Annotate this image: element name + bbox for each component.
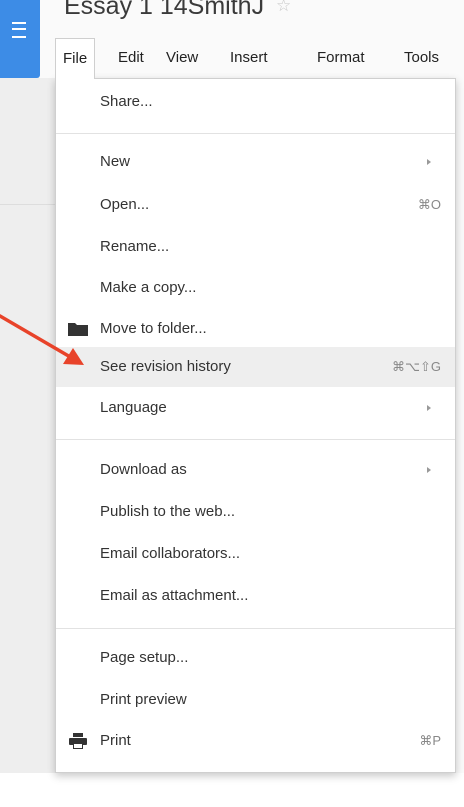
- bottom-area: [0, 773, 464, 807]
- menu-item-label: Publish to the web...: [100, 503, 236, 520]
- menu-item-label: Download as: [100, 461, 187, 478]
- menu-tools[interactable]: Tools: [404, 38, 439, 78]
- menu-format[interactable]: Format: [317, 38, 365, 78]
- menu-item-label: Page setup...: [100, 649, 189, 666]
- menu-item-label: Share...: [100, 93, 153, 110]
- menu-item-open[interactable]: Open... ⌘O: [56, 186, 455, 224]
- menu-item-see-revision-history[interactable]: See revision history ⌘⌥⇧G: [56, 347, 455, 387]
- menu-item-label: Email collaborators...: [100, 545, 241, 562]
- menu-item-page-setup[interactable]: Page setup...: [56, 639, 455, 677]
- docs-logo-icon: [12, 22, 26, 38]
- menu-item-label: Make a copy...: [100, 279, 197, 296]
- left-margin-panel: [0, 78, 55, 807]
- menu-item-label: Print: [100, 732, 131, 749]
- menu-separator: [56, 133, 455, 134]
- menu-view[interactable]: View: [166, 38, 198, 78]
- menu-item-move-to-folder[interactable]: Move to folder...: [56, 310, 455, 348]
- folder-icon: [68, 323, 88, 336]
- google-docs-window: Essay 1 14SmithJ ☆ File Edit View Insert…: [0, 0, 464, 807]
- star-icon[interactable]: ☆: [276, 0, 291, 16]
- submenu-arrow-icon: [427, 467, 431, 473]
- menu-item-label: Rename...: [100, 238, 170, 255]
- menu-item-email-collaborators[interactable]: Email collaborators...: [56, 535, 455, 573]
- menu-item-shortcut: ⌘⌥⇧G: [392, 359, 441, 374]
- menu-item-new[interactable]: New: [56, 143, 455, 181]
- menu-file[interactable]: File: [55, 38, 96, 79]
- menu-item-email-as-attachment[interactable]: Email as attachment...: [56, 577, 455, 615]
- menu-item-label: Print preview: [100, 691, 187, 708]
- menu-item-label: Email as attachment...: [100, 587, 249, 604]
- menu-item-download-as[interactable]: Download as: [56, 451, 455, 489]
- menu-item-print[interactable]: Print ⌘P: [56, 722, 455, 760]
- menu-item-label: Language: [100, 399, 167, 416]
- menu-item-share[interactable]: Share...: [56, 83, 455, 121]
- menu-item-label: New: [100, 153, 131, 170]
- menu-item-label: Open...: [100, 196, 150, 213]
- menubar: File Edit View Insert Format Tools: [55, 38, 464, 79]
- menu-item-print-preview[interactable]: Print preview: [56, 681, 455, 719]
- submenu-arrow-icon: [427, 405, 431, 411]
- menu-item-label: Move to folder...: [100, 320, 207, 337]
- docs-home-button[interactable]: [0, 0, 40, 78]
- menu-item-rename[interactable]: Rename...: [56, 228, 455, 266]
- menu-item-shortcut: ⌘O: [417, 197, 441, 212]
- menu-insert[interactable]: Insert: [230, 38, 268, 78]
- menu-separator: [56, 439, 455, 440]
- divider: [0, 204, 55, 205]
- file-menu-dropdown: Share... New Open... ⌘O Rename... Make a…: [55, 78, 456, 773]
- menu-separator: [56, 628, 455, 629]
- menu-item-language[interactable]: Language: [56, 389, 455, 427]
- printer-icon: [69, 733, 87, 749]
- menu-edit[interactable]: Edit: [118, 38, 144, 78]
- submenu-arrow-icon: [427, 159, 431, 165]
- menu-item-publish-to-the-web[interactable]: Publish to the web...: [56, 493, 455, 531]
- menu-item-label: See revision history: [100, 358, 231, 375]
- document-title[interactable]: Essay 1 14SmithJ: [64, 0, 264, 21]
- menu-item-shortcut: ⌘P: [419, 733, 441, 748]
- menu-item-make-a-copy[interactable]: Make a copy...: [56, 269, 455, 307]
